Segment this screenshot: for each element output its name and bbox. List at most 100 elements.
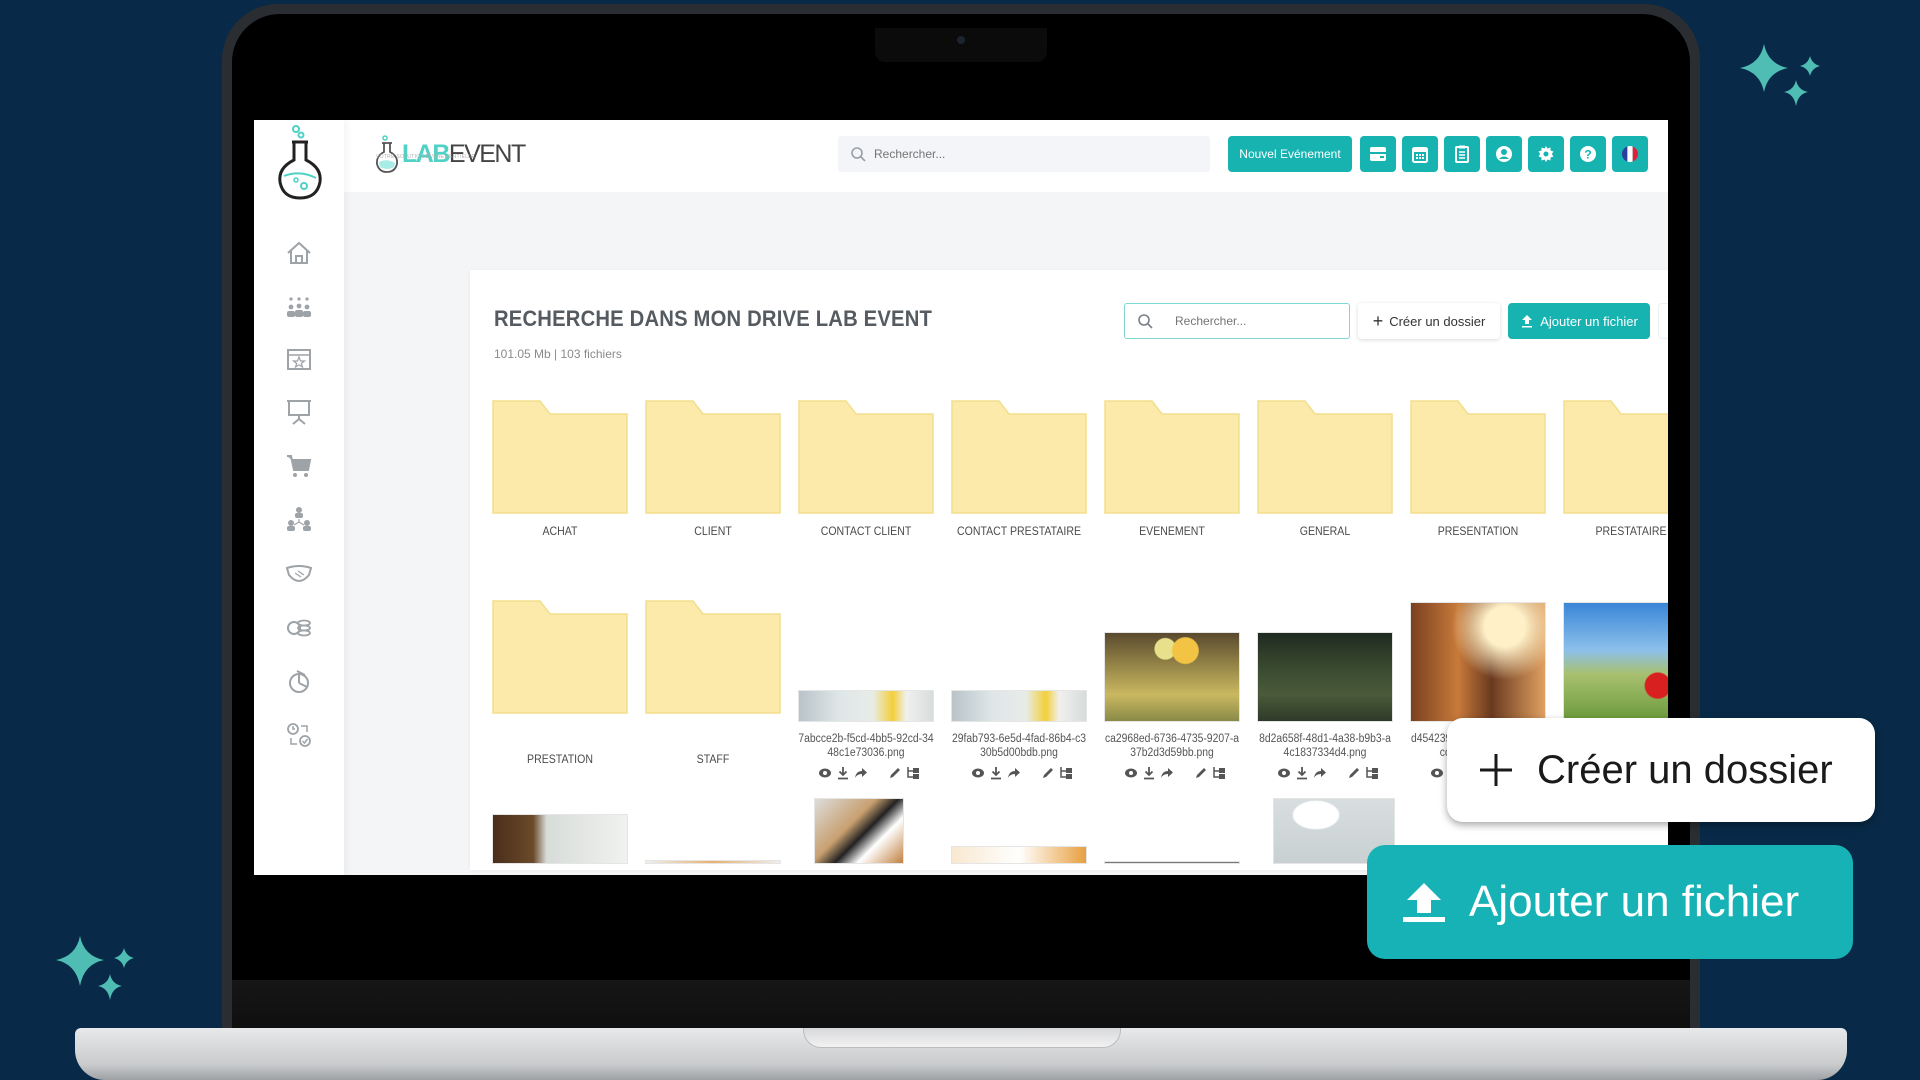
- settings-button[interactable]: [1528, 136, 1564, 172]
- file-action-download[interactable]: [836, 766, 850, 780]
- file-actions: [967, 766, 1077, 780]
- sidebar-item-cart[interactable]: [282, 448, 316, 482]
- share-icon: [1008, 768, 1020, 778]
- folder-name: CONTACT CLIENT: [820, 524, 912, 538]
- file-action-view[interactable]: [1124, 766, 1138, 780]
- folder-name: CLIENT: [694, 524, 732, 538]
- plus-icon: +: [1372, 311, 1384, 331]
- clipboard-icon: [1455, 145, 1469, 163]
- sidebar-item-sync[interactable]: [282, 718, 316, 752]
- top-header: LABEVENT VOTRE SOLUTION ÉVÉNEMENTIELLE N…: [344, 120, 1668, 192]
- file-name: ca2968ed-6736-4735-9207-a37b2d3d59bb.png: [1104, 733, 1240, 759]
- file-thumbnail[interactable]: [1104, 861, 1240, 864]
- file-action-view[interactable]: [971, 766, 985, 780]
- file-action-share[interactable]: [1160, 766, 1174, 780]
- file-action-view[interactable]: [818, 766, 832, 780]
- folder-icon: [951, 400, 1087, 514]
- folder-icon: [1104, 400, 1240, 514]
- file-action-share[interactable]: [1007, 766, 1021, 780]
- file-name: 7abcce2b-f5cd-4bb5-92cd-3448c1e73036.png: [798, 733, 934, 759]
- file-thumbnail[interactable]: [798, 690, 934, 722]
- pencil-icon: [1349, 768, 1359, 778]
- move-tree-icon: [1213, 767, 1225, 779]
- sidebar-item-events[interactable]: [282, 342, 316, 376]
- create-folder-callout-label: Créer un dossier: [1537, 747, 1833, 792]
- file-actions: [1120, 766, 1230, 780]
- global-search[interactable]: [838, 136, 1210, 172]
- file-action-share[interactable]: [854, 766, 868, 780]
- view-mode-dropdown[interactable]: [1658, 303, 1668, 339]
- global-search-input[interactable]: [874, 147, 1174, 161]
- file-action-download[interactable]: [989, 766, 1003, 780]
- file-action-edit[interactable]: [1194, 766, 1208, 780]
- gear-icon: [1538, 146, 1554, 162]
- file-thumbnail[interactable]: [814, 798, 904, 864]
- sidebar-item-partnership[interactable]: [282, 556, 316, 590]
- file-action-edit[interactable]: [1041, 766, 1055, 780]
- help-button[interactable]: ?: [1570, 136, 1606, 172]
- calendar-button[interactable]: [1402, 136, 1438, 172]
- language-button[interactable]: [1612, 136, 1648, 172]
- file-thumbnail[interactable]: [1257, 632, 1393, 722]
- home-icon: [287, 241, 311, 264]
- file-action-view[interactable]: [1430, 766, 1444, 780]
- file-thumbnail[interactable]: [951, 690, 1087, 722]
- sidebar-item-finance[interactable]: [282, 610, 316, 644]
- sidebar-item-presentation[interactable]: [282, 394, 316, 428]
- flask-logo-icon[interactable]: [274, 124, 326, 204]
- file-action-move[interactable]: [906, 766, 920, 780]
- download-icon: [1297, 767, 1307, 780]
- create-folder-callout[interactable]: Créer un dossier: [1447, 718, 1875, 822]
- sidebar-item-teams[interactable]: [282, 290, 316, 324]
- folder-icon: [492, 400, 628, 514]
- download-icon: [838, 767, 848, 780]
- card-button[interactable]: [1360, 136, 1396, 172]
- drive-search[interactable]: [1124, 303, 1350, 339]
- file-action-move[interactable]: [1059, 766, 1073, 780]
- file-thumbnail[interactable]: [1104, 632, 1240, 722]
- sidebar-item-statistics[interactable]: [282, 664, 316, 698]
- create-folder-button[interactable]: + Créer un dossier: [1358, 303, 1500, 339]
- folder-name: PRESTATAIRE: [1595, 524, 1667, 538]
- file-action-move[interactable]: [1365, 766, 1379, 780]
- new-event-button[interactable]: Nouvel Evénement: [1228, 136, 1352, 172]
- team-icon: [287, 297, 311, 317]
- eye-icon: [1125, 768, 1137, 778]
- plus-icon: [1480, 754, 1512, 786]
- sidebar-item-organization[interactable]: [282, 502, 316, 536]
- presentation-board-icon: [287, 400, 311, 425]
- file-thumbnail[interactable]: [492, 814, 628, 864]
- file-thumbnail[interactable]: [951, 846, 1087, 864]
- folder-name: ACHAT: [542, 524, 578, 538]
- file-action-edit[interactable]: [1347, 766, 1361, 780]
- folder-name: CONTACT PRESTATAIRE: [957, 524, 1081, 538]
- move-tree-icon: [1060, 767, 1072, 779]
- drive-search-input[interactable]: [1175, 314, 1325, 328]
- folder-icon: [645, 600, 781, 714]
- upload-file-callout[interactable]: Ajouter un fichier: [1367, 845, 1853, 959]
- file-action-download[interactable]: [1295, 766, 1309, 780]
- file-action-edit[interactable]: [888, 766, 902, 780]
- file-action-share[interactable]: [1313, 766, 1327, 780]
- folder-name: EVENEMENT: [1139, 524, 1205, 538]
- folder-icon: [798, 400, 934, 514]
- folder-icon: [645, 400, 781, 514]
- profile-button[interactable]: [1486, 136, 1522, 172]
- download-icon: [991, 767, 1001, 780]
- file-action-move[interactable]: [1212, 766, 1226, 780]
- file-thumbnail[interactable]: [1563, 602, 1668, 722]
- clipboard-button[interactable]: [1444, 136, 1480, 172]
- eye-icon: [819, 768, 831, 778]
- sidebar-item-home[interactable]: [282, 236, 316, 270]
- upload-file-button[interactable]: Ajouter un fichier: [1508, 303, 1650, 339]
- upload-icon: [1403, 883, 1445, 922]
- eye-icon: [972, 768, 984, 778]
- handshake-icon: [285, 565, 313, 583]
- file-thumbnail[interactable]: [645, 860, 781, 864]
- file-thumbnail[interactable]: [1410, 602, 1546, 722]
- file-action-download[interactable]: [1142, 766, 1156, 780]
- upload-file-callout-label: Ajouter un fichier: [1469, 877, 1800, 926]
- file-action-view[interactable]: [1277, 766, 1291, 780]
- brand-tagline: VOTRE SOLUTION ÉVÉNEMENTIELLE: [376, 154, 475, 160]
- download-icon: [1144, 767, 1154, 780]
